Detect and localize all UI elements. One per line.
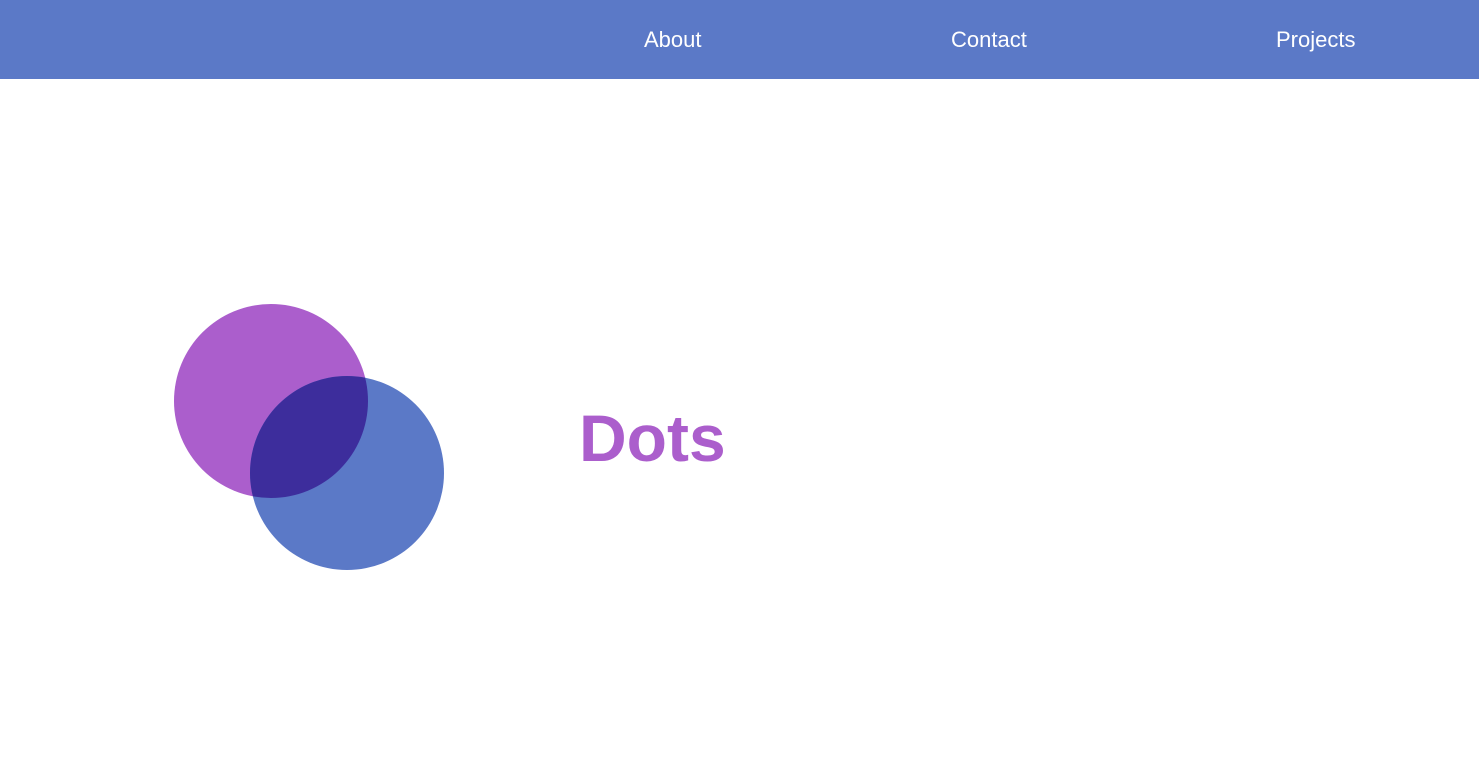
top-navbar: About Contact Projects xyxy=(0,0,1479,79)
purple-circle xyxy=(174,304,368,498)
overlap-region xyxy=(250,376,368,498)
nav-link-about[interactable]: About xyxy=(644,0,702,79)
blue-circle xyxy=(250,376,444,570)
nav-link-projects[interactable]: Projects xyxy=(1276,0,1355,79)
nav-link-contact[interactable]: Contact xyxy=(951,0,1027,79)
dots-logo xyxy=(174,304,444,570)
page-title: Dots xyxy=(579,401,726,475)
